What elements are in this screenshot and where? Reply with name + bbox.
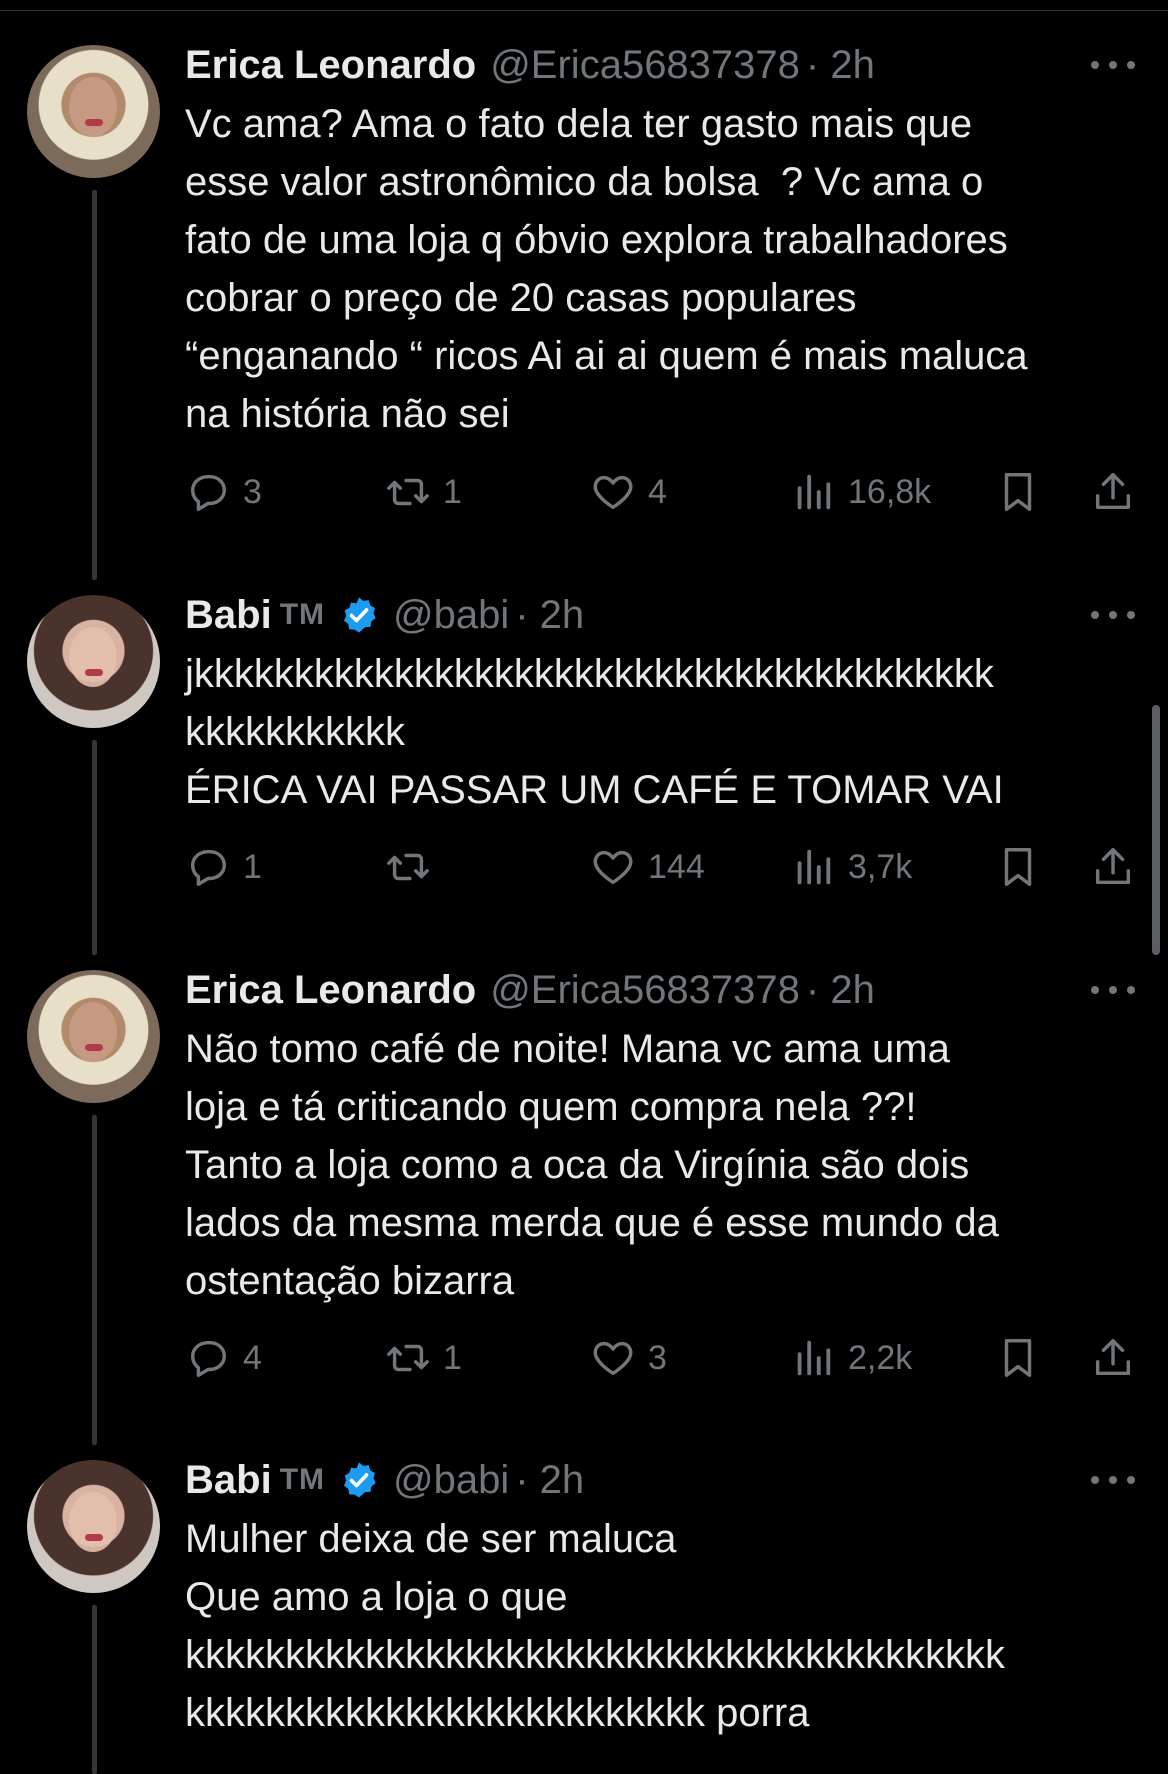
views-icon <box>797 474 831 510</box>
like-button[interactable]: 3 <box>590 1333 667 1383</box>
like-count: 144 <box>648 847 705 886</box>
reply-count: 4 <box>243 1338 262 1377</box>
like-icon <box>593 475 633 510</box>
retweet-icon <box>387 1344 429 1372</box>
tweet-actions: 4 1 3 2,2k <box>185 1333 1145 1383</box>
tm-mark: TM <box>279 1463 326 1496</box>
retweet-icon <box>387 853 429 881</box>
tweet-text: Vc ama? Ama o fato dela ter gasto mais q… <box>185 102 1028 436</box>
author-name[interactable]: Babi <box>185 593 272 638</box>
author-handle[interactable]: @Erica56837378 <box>490 968 800 1013</box>
tweet-actions: 3 1 4 16,8k <box>185 467 1145 517</box>
reply-button[interactable]: 4 <box>185 1333 262 1383</box>
views-button[interactable]: 3,7k <box>790 842 912 892</box>
like-count: 4 <box>648 472 667 511</box>
avatar[interactable] <box>27 970 160 1103</box>
avatar[interactable] <box>27 45 160 178</box>
more-icon[interactable] <box>1091 1470 1135 1490</box>
avatar[interactable] <box>27 1460 160 1593</box>
verified-icon <box>344 597 376 633</box>
retweet-count: 1 <box>443 1338 462 1377</box>
share-icon <box>1095 473 1131 510</box>
reply-count: 1 <box>243 847 262 886</box>
author-handle[interactable]: @babi <box>393 1458 509 1503</box>
retweet-count: 1 <box>443 472 462 511</box>
thread-line <box>92 1605 97 1774</box>
views-count: 2,2k <box>848 1338 913 1377</box>
tweet-text: Não tomo café de noite! Mana vc ama uma … <box>185 1027 999 1303</box>
views-button[interactable]: 2,2k <box>790 1333 912 1383</box>
author-handle[interactable]: @Erica56837378 <box>490 43 800 88</box>
avatar[interactable] <box>27 595 160 728</box>
tm-mark: TM <box>279 598 326 631</box>
thread-line <box>92 740 97 955</box>
reply-icon <box>190 474 227 511</box>
retweet-button[interactable]: 1 <box>385 1333 462 1383</box>
tweet-text: Mulher deixa de ser maluca Que amo a loj… <box>185 1517 1005 1735</box>
views-button[interactable]: 16,8k <box>790 467 931 517</box>
views-count: 16,8k <box>848 472 932 511</box>
reply-icon <box>190 849 227 886</box>
views-icon <box>797 849 831 885</box>
tweet-header: Erica Leonardo @Erica56837378 · 2h <box>185 965 875 1015</box>
like-count: 3 <box>648 1338 667 1377</box>
share-icon <box>1095 1339 1131 1376</box>
tweet-actions: 1 144 3,7k <box>185 842 1145 892</box>
reply-button[interactable]: 3 <box>185 467 262 517</box>
author-name[interactable]: Erica Leonardo <box>185 43 476 88</box>
tweet-text: jkkkkkkkkkkkkkkkkkkkkkkkkkkkkkkkkkkkkkkk… <box>185 652 1004 812</box>
views-count: 3,7k <box>848 847 913 886</box>
tweet-header: Babi TM @babi · 2h <box>185 590 584 640</box>
bookmark-button[interactable] <box>995 1333 1041 1383</box>
bookmark-icon <box>1004 1339 1032 1377</box>
share-button[interactable] <box>1090 842 1136 892</box>
reply-count: 3 <box>243 472 262 511</box>
like-button[interactable]: 4 <box>590 467 667 517</box>
more-icon[interactable] <box>1091 55 1135 75</box>
tweet-header: Babi TM @babi · 2h <box>185 1455 584 1505</box>
reply-thread: Erica Leonardo @Erica56837378 · 2h Vc am… <box>0 0 1168 1774</box>
share-icon <box>1095 848 1131 885</box>
verified-icon <box>344 1462 376 1498</box>
tweet-time[interactable]: · 2h <box>806 968 875 1013</box>
like-icon <box>593 850 633 885</box>
bookmark-button[interactable] <box>995 842 1041 892</box>
reply-button[interactable]: 1 <box>185 842 262 892</box>
bookmark-icon <box>1004 848 1032 886</box>
views-icon <box>797 1340 831 1376</box>
author-name[interactable]: Babi <box>185 1458 272 1503</box>
retweet-icon <box>387 478 429 506</box>
tweet-time[interactable]: · 2h <box>806 43 875 88</box>
share-button[interactable] <box>1090 1333 1136 1383</box>
share-button[interactable] <box>1090 467 1136 517</box>
retweet-button[interactable] <box>385 842 443 892</box>
thread-line <box>92 1115 97 1445</box>
bookmark-icon <box>1004 473 1032 511</box>
author-name[interactable]: Erica Leonardo <box>185 968 476 1013</box>
author-handle[interactable]: @babi <box>393 593 509 638</box>
reply-icon <box>190 1340 227 1377</box>
scrollbar[interactable] <box>1152 705 1160 955</box>
more-icon[interactable] <box>1091 980 1135 1000</box>
thread-line <box>92 190 97 580</box>
like-icon <box>593 1341 633 1376</box>
retweet-button[interactable]: 1 <box>385 467 462 517</box>
like-button[interactable]: 144 <box>590 842 705 892</box>
tweet-header: Erica Leonardo @Erica56837378 · 2h <box>185 40 875 90</box>
more-icon[interactable] <box>1091 605 1135 625</box>
tweet-time[interactable]: · 2h <box>515 1458 584 1503</box>
tweet-time[interactable]: · 2h <box>515 593 584 638</box>
bookmark-button[interactable] <box>995 467 1041 517</box>
